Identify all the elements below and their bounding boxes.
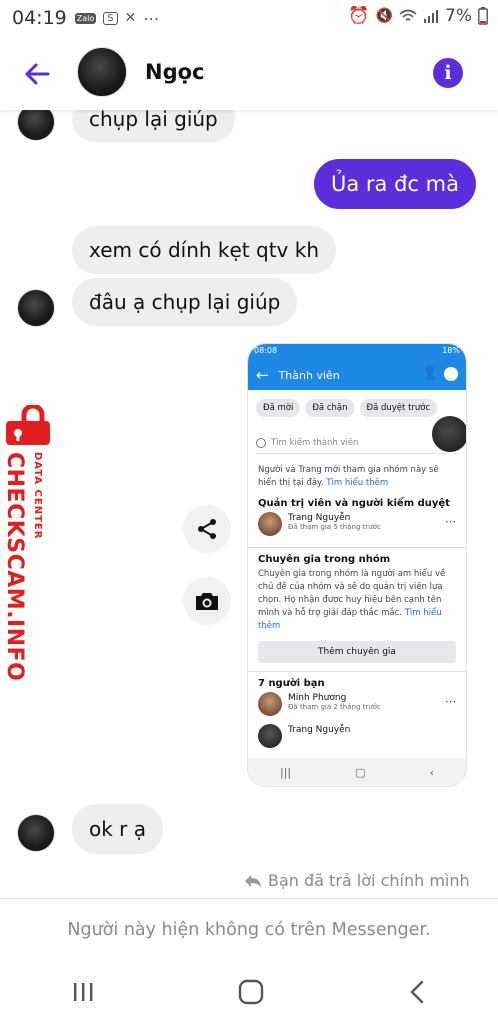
status-bar: 04:19 Zalo S ✕ ⋯ ⏰ 🔇 7%	[0, 0, 498, 36]
home-button[interactable]	[238, 979, 264, 1005]
contact-avatar[interactable]	[77, 47, 127, 97]
reply-note-text: Bạn đã trả lời chính mình	[268, 871, 470, 890]
attachment-experts-heading: Chuyên gia trong nhóm	[258, 554, 391, 565]
search-icon	[256, 437, 266, 448]
member-name: Minh Phương	[288, 693, 347, 703]
more-icon: ⋯	[445, 515, 456, 528]
back-button-system[interactable]	[407, 979, 427, 1005]
attachment-chips: Đã mời Đã chặn Đã duyệt trước	[248, 390, 466, 426]
battery-percent: 7%	[445, 6, 472, 26]
share-icon	[198, 519, 216, 539]
sender-avatar[interactable]	[17, 814, 55, 852]
attachment-intro-link: Tìm hiểu thêm	[326, 478, 389, 488]
reply-icon	[245, 874, 261, 887]
attachment-search: Tìm kiếm thành viên	[256, 432, 458, 454]
more-notifications-icon: ⋯	[143, 8, 160, 28]
message-bubble[interactable]: đâu ạ chụp lại giúp	[72, 278, 298, 326]
attachment-admins-heading: Quản trị viên và người kiểm duyệt	[258, 498, 450, 509]
attachment-status-bar: 08:08 18%	[248, 344, 466, 360]
unavailable-notice: Người này hiện không có trên Messenger.	[0, 898, 498, 960]
recents-icon: |||	[280, 765, 292, 779]
signal-icon	[424, 10, 439, 23]
attachment-intro: Người và Trang mới tham gia nhóm này sẽ …	[248, 464, 466, 490]
reply-note: Bạn đã trả lời chính mình	[244, 871, 470, 890]
info-button[interactable]: i	[433, 58, 463, 88]
watermark-main-text: CHECKSCAM.INFO	[2, 452, 27, 682]
divider	[248, 547, 466, 548]
system-nav-bar	[0, 960, 498, 1024]
watermark-sub-text: DATA CENTER	[32, 452, 43, 540]
attachment-member-row: Trang Nguyễn	[248, 721, 466, 753]
member-name: Trang Nguyễn	[288, 513, 351, 523]
message-bubble-sent[interactable]: Ủa ra đc mà	[314, 159, 476, 209]
attachment-search-placeholder: Tìm kiếm thành viên	[271, 437, 359, 448]
attachment-nav-bar: ||| ▢ ‹	[248, 758, 466, 786]
status-time: 04:19	[12, 7, 67, 29]
member-avatar	[258, 512, 282, 536]
battery-icon	[478, 7, 488, 25]
recents-button[interactable]	[71, 981, 95, 1003]
attachment-add-expert-button: Thêm chuyên gia	[258, 641, 456, 663]
camera-icon	[196, 593, 218, 610]
member-detail: Đã tham gia 2 tháng trước	[288, 703, 381, 711]
chip-invited: Đã mời	[256, 399, 301, 417]
sender-avatar[interactable]	[17, 289, 55, 327]
attachment-toolbar: ← Thành viên 👤	[248, 360, 466, 390]
attachment-back-icon: ←	[256, 366, 269, 384]
missed-call-icon: ✕	[124, 10, 137, 26]
more-icon: ⋯	[445, 695, 456, 708]
attachment-status-time: 08:08	[254, 346, 278, 355]
zalo-icon: Zalo	[74, 12, 97, 24]
member-detail: Đã tham gia 5 tháng trước	[288, 523, 381, 531]
contact-name[interactable]: Ngọc	[145, 60, 204, 84]
attachment-experts-text: Chuyên gia trong nhóm là người am hiểu v…	[248, 568, 466, 633]
chip-preapproved: Đã duyệt trước	[359, 399, 438, 417]
back-button[interactable]	[18, 54, 58, 94]
add-person-icon: 👤	[421, 366, 438, 381]
home-icon: ▢	[355, 765, 366, 779]
message-bubble[interactable]: ok r ạ	[72, 804, 164, 854]
mute-icon: 🔇	[375, 8, 394, 24]
attachment-status-battery: 18%	[442, 346, 460, 355]
watermark-lock-icon	[4, 403, 54, 451]
chip-blocked: Đã chặn	[305, 399, 355, 417]
status-right: ⏰ 🔇 7%	[348, 6, 488, 26]
camera-button[interactable]	[183, 577, 231, 625]
conversation-header: Ngọc i	[0, 36, 498, 110]
back-icon: ‹	[429, 765, 434, 779]
share-button[interactable]	[183, 505, 231, 553]
floating-chathead-avatar	[430, 414, 466, 454]
alarm-icon: ⏰	[348, 6, 370, 26]
image-attachment[interactable]: 08:08 18% ← Thành viên 👤 Đã mời Đã chặn …	[248, 344, 466, 786]
member-name: Trang Nguyễn	[288, 725, 351, 735]
attachment-friends-heading: 7 người bạn	[258, 678, 325, 689]
wifi-icon	[399, 9, 417, 21]
attachment-member-row: Minh Phương Đã tham gia 2 tháng trước ⋯	[248, 689, 466, 721]
member-avatar	[258, 692, 282, 716]
attachment-title: Thành viên	[278, 368, 340, 382]
attachment-member-row: Trang Nguyễn Đã tham gia 5 tháng trước ⋯	[248, 509, 466, 541]
member-avatar	[258, 724, 282, 748]
watermark: CHECKSCAM.INFO DATA CENTER	[2, 452, 43, 681]
shopee-icon: S	[103, 11, 118, 25]
back-arrow-icon	[25, 63, 50, 85]
message-bubble[interactable]: xem có dính kẹt qtv kh	[72, 226, 336, 274]
divider	[248, 671, 466, 672]
shield-icon	[444, 367, 458, 381]
